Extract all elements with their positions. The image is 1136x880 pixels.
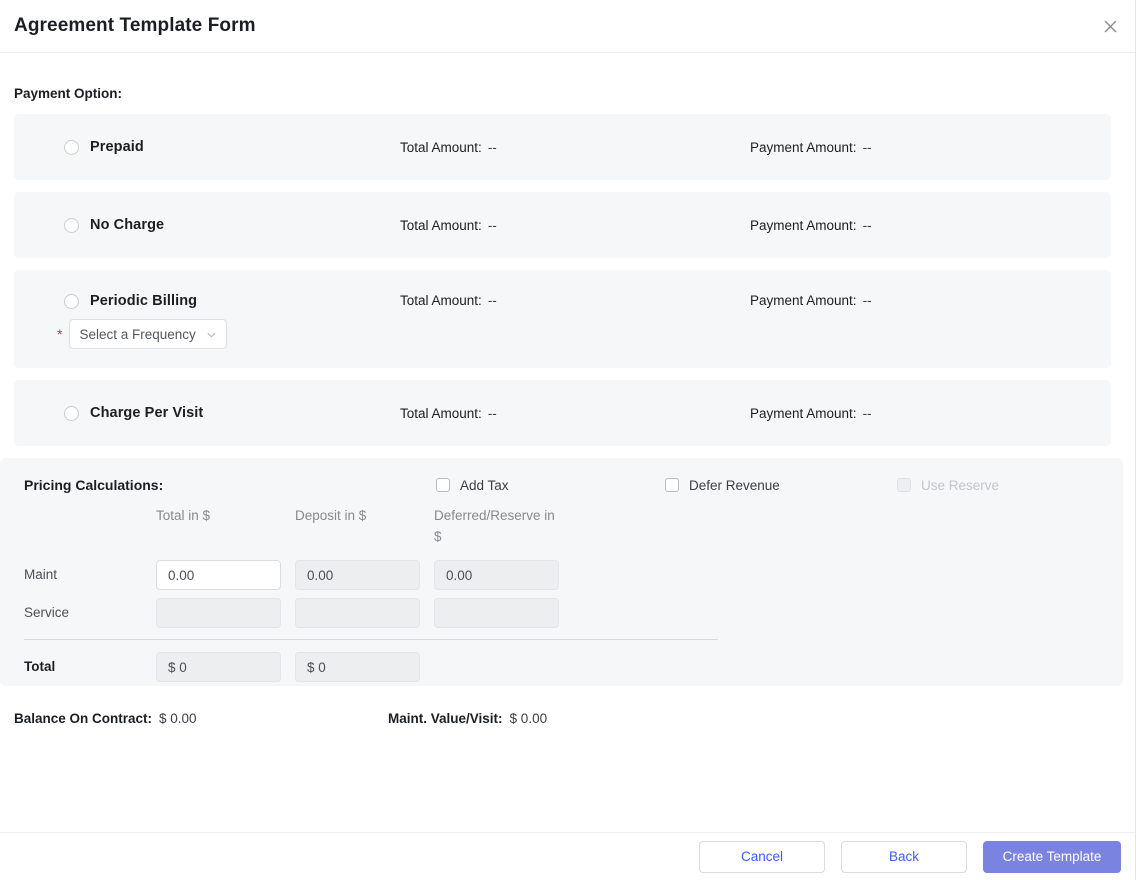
pricing-row-label-maint: Maint (24, 567, 58, 582)
payment-amount-periodic-billing: Payment Amount: -- (750, 293, 872, 308)
option-label-prepaid: Prepaid (90, 139, 144, 155)
option-left-charge-per-visit: Charge Per Visit (14, 405, 400, 421)
modal-footer: Cancel Back Create Template (0, 832, 1135, 880)
checkbox-row-defer-revenue[interactable]: Defer Revenue (665, 478, 897, 493)
total-amount-charge-per-visit: Total Amount: -- (400, 406, 750, 421)
input-service-deferred[interactable] (434, 598, 559, 628)
payment-amount-value: -- (862, 139, 872, 155)
pricing-total-divider (24, 639, 718, 640)
summary-maint-value-per-visit: Maint. Value/Visit: $ 0.00 (388, 711, 547, 726)
summary-label-maint-value: Maint. Value/Visit: (388, 711, 503, 726)
payment-option-no-charge[interactable]: No Charge Total Amount: -- Payment Amount… (14, 192, 1111, 258)
input-service-total[interactable] (156, 598, 281, 628)
value-total-deposit: $ 0 (295, 652, 420, 682)
radio-no-charge[interactable] (64, 217, 79, 233)
chevron-down-icon (206, 329, 217, 340)
pricing-calculations-panel: Pricing Calculations: Add Tax Defer Reve… (0, 458, 1123, 686)
pricing-title: Pricing Calculations: (24, 477, 164, 493)
radio-row-prepaid[interactable]: Prepaid (64, 139, 400, 155)
option-left-no-charge: No Charge (14, 217, 400, 233)
pricing-row-label-service: Service (24, 605, 70, 620)
payment-option-prepaid[interactable]: Prepaid Total Amount: -- Payment Amount: -… (14, 114, 1111, 180)
input-maint-total[interactable]: 0.00 (156, 560, 281, 590)
radio-charge-per-visit[interactable] (64, 405, 79, 421)
total-amount-value: -- (487, 217, 497, 233)
pricing-row-label-total: Total (24, 659, 56, 674)
option-label-no-charge: No Charge (90, 217, 165, 233)
payment-amount-label: Payment Amount: (750, 139, 857, 155)
pricing-header-row: Pricing Calculations: Add Tax Defer Reve… (0, 473, 1123, 497)
payment-option-charge-per-visit[interactable]: Charge Per Visit Total Amount: -- Payment… (14, 380, 1111, 446)
frequency-row: * Select a Frequency (57, 319, 400, 349)
close-icon[interactable] (1095, 11, 1125, 41)
summary-value-balance: $ 0.00 (159, 711, 197, 726)
payment-amount-no-charge: Payment Amount: -- (750, 218, 872, 233)
radio-row-charge-per-visit[interactable]: Charge Per Visit (64, 405, 400, 421)
total-amount-value: -- (487, 293, 497, 308)
pricing-row-service: Service (24, 598, 1123, 628)
checkbox-row-use-reserve: Use Reserve (897, 478, 999, 493)
frequency-select[interactable]: Select a Frequency (69, 319, 228, 349)
total-amount-prepaid: Total Amount: -- (400, 140, 750, 155)
checkbox-row-add-tax[interactable]: Add Tax (436, 478, 665, 493)
pricing-col-total: Total in $ (156, 508, 211, 523)
option-left-prepaid: Prepaid (14, 139, 400, 155)
total-amount-no-charge: Total Amount: -- (400, 218, 750, 233)
value-total-total: $ 0 (156, 652, 281, 682)
total-amount-value: -- (487, 405, 497, 421)
checkbox-label-use-reserve: Use Reserve (921, 477, 1000, 493)
create-template-button[interactable]: Create Template (983, 840, 1121, 873)
page-title: Agreement Template Form (14, 15, 256, 36)
total-amount-label: Total Amount: (400, 293, 482, 308)
payment-amount-label: Payment Amount: (750, 217, 857, 233)
pricing-row-total: Total $ 0 $ 0 (24, 652, 1123, 682)
summary-row: Balance On Contract: $ 0.00 Maint. Value… (0, 711, 1135, 726)
payment-amount-charge-per-visit: Payment Amount: -- (750, 406, 872, 421)
summary-balance-on-contract: Balance On Contract: $ 0.00 (14, 711, 388, 726)
required-asterisk: * (57, 326, 63, 342)
checkbox-defer-revenue[interactable] (665, 478, 679, 492)
modal-body: Payment Option: Prepaid Total Amount: -- … (0, 53, 1135, 832)
payment-option-label: Payment Option: (14, 86, 123, 101)
payment-amount-label: Payment Amount: (750, 293, 857, 308)
pricing-column-headers: Total in $ Deposit in $ Deferred/Reserve… (24, 505, 1123, 547)
frequency-select-value: Select a Frequency (79, 326, 196, 342)
payment-option-periodic-billing[interactable]: Periodic Billing * Select a Frequency To… (14, 270, 1111, 368)
radio-periodic-billing[interactable] (64, 293, 79, 309)
input-service-deposit[interactable] (295, 598, 420, 628)
payment-amount-prepaid: Payment Amount: -- (750, 140, 872, 155)
total-amount-label: Total Amount: (400, 217, 482, 233)
pricing-col-deposit: Deposit in $ (295, 508, 367, 523)
radio-prepaid[interactable] (64, 139, 79, 155)
checkbox-label-add-tax: Add Tax (460, 477, 509, 493)
payment-amount-value: -- (862, 217, 872, 233)
total-amount-label: Total Amount: (400, 139, 482, 155)
checkbox-use-reserve (897, 478, 911, 492)
payment-amount-label: Payment Amount: (750, 405, 857, 421)
cancel-button[interactable]: Cancel (699, 840, 825, 873)
input-maint-deferred[interactable]: 0.00 (434, 560, 559, 590)
radio-row-no-charge[interactable]: No Charge (64, 217, 400, 233)
total-amount-value: -- (487, 139, 497, 155)
total-amount-label: Total Amount: (400, 405, 482, 421)
back-button[interactable]: Back (841, 840, 967, 873)
pricing-grid: Total in $ Deposit in $ Deferred/Reserve… (0, 505, 1123, 682)
option-left-periodic-billing: Periodic Billing * Select a Frequency (14, 270, 400, 349)
checkbox-add-tax[interactable] (436, 478, 450, 492)
payment-options-list: Prepaid Total Amount: -- Payment Amount: -… (0, 114, 1135, 446)
checkbox-label-defer-revenue: Defer Revenue (689, 477, 780, 493)
input-maint-deposit[interactable]: 0.00 (295, 560, 420, 590)
option-label-periodic-billing: Periodic Billing (90, 293, 198, 309)
summary-value-maint-value: $ 0.00 (509, 711, 548, 726)
payment-amount-value: -- (862, 405, 872, 421)
pricing-row-maint: Maint 0.00 0.00 0.00 (24, 560, 1123, 590)
total-amount-periodic-billing: Total Amount: -- (400, 293, 750, 308)
radio-row-periodic-billing[interactable]: Periodic Billing (64, 293, 400, 309)
option-label-charge-per-visit: Charge Per Visit (90, 405, 204, 421)
summary-label-balance: Balance On Contract: (14, 711, 153, 726)
agreement-template-modal: Agreement Template Form Payment Option: … (0, 0, 1136, 880)
payment-amount-value: -- (862, 293, 872, 308)
modal-header: Agreement Template Form (0, 0, 1135, 53)
pricing-col-deferred-reserve: Deferred/Reserve in $ (434, 508, 555, 544)
